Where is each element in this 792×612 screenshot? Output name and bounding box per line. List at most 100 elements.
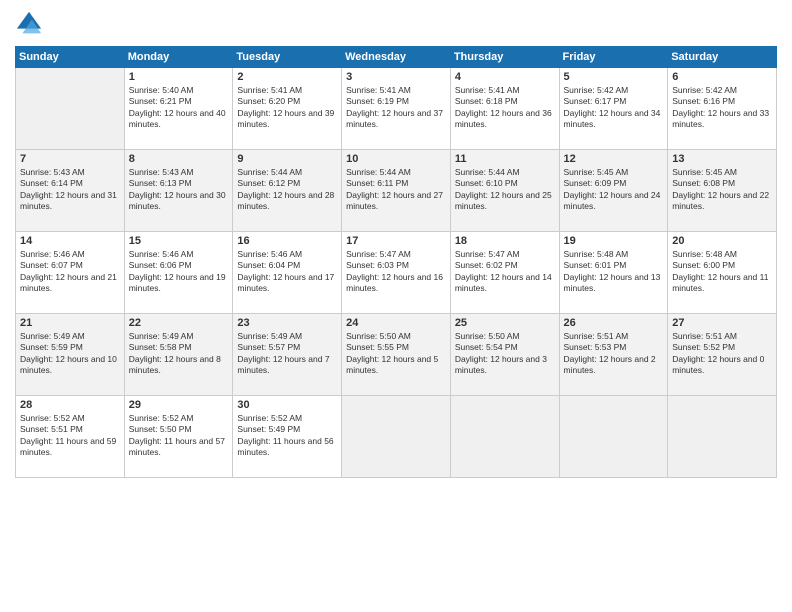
cell-info: Sunrise: 5:51 AMSunset: 5:53 PMDaylight:… bbox=[564, 331, 664, 377]
day-number: 15 bbox=[129, 235, 229, 247]
cell-info: Sunrise: 5:48 AMSunset: 6:01 PMDaylight:… bbox=[564, 249, 664, 295]
cell-info: Sunrise: 5:45 AMSunset: 6:09 PMDaylight:… bbox=[564, 167, 664, 213]
day-number: 21 bbox=[20, 317, 120, 329]
cell-info: Sunrise: 5:47 AMSunset: 6:03 PMDaylight:… bbox=[346, 249, 446, 295]
calendar-cell: 4 Sunrise: 5:41 AMSunset: 6:18 PMDaylight… bbox=[450, 68, 559, 150]
day-number: 10 bbox=[346, 153, 446, 165]
day-number: 8 bbox=[129, 153, 229, 165]
header bbox=[15, 10, 777, 38]
day-number: 2 bbox=[237, 71, 337, 83]
cell-info: Sunrise: 5:41 AMSunset: 6:20 PMDaylight:… bbox=[237, 85, 337, 131]
day-number: 30 bbox=[237, 399, 337, 411]
calendar-cell: 7 Sunrise: 5:43 AMSunset: 6:14 PMDaylight… bbox=[16, 150, 125, 232]
cell-info: Sunrise: 5:52 AMSunset: 5:49 PMDaylight:… bbox=[237, 413, 337, 459]
day-number: 18 bbox=[455, 235, 555, 247]
day-number: 29 bbox=[129, 399, 229, 411]
cell-info: Sunrise: 5:49 AMSunset: 5:57 PMDaylight:… bbox=[237, 331, 337, 377]
cell-info: Sunrise: 5:48 AMSunset: 6:00 PMDaylight:… bbox=[672, 249, 772, 295]
cell-info: Sunrise: 5:43 AMSunset: 6:14 PMDaylight:… bbox=[20, 167, 120, 213]
day-number: 14 bbox=[20, 235, 120, 247]
calendar-cell: 28Sunrise: 5:52 AMSunset: 5:51 PMDayligh… bbox=[16, 396, 125, 478]
cell-info: Sunrise: 5:43 AMSunset: 6:13 PMDaylight:… bbox=[129, 167, 229, 213]
day-number: 5 bbox=[564, 71, 664, 83]
day-number: 19 bbox=[564, 235, 664, 247]
calendar-cell bbox=[342, 396, 451, 478]
calendar-cell: 29 Sunrise: 5:52 AMSunset: 5:50 PMDayligh… bbox=[124, 396, 233, 478]
weekday-header: Monday bbox=[124, 47, 233, 68]
day-number: 25 bbox=[455, 317, 555, 329]
day-number: 13 bbox=[672, 153, 772, 165]
calendar-cell: 25 Sunrise: 5:50 AMSunset: 5:54 PMDayligh… bbox=[450, 314, 559, 396]
logo bbox=[15, 10, 47, 38]
day-number: 1 bbox=[129, 71, 229, 83]
cell-info: Sunrise: 5:50 AMSunset: 5:55 PMDaylight:… bbox=[346, 331, 446, 377]
calendar-cell: 17 Sunrise: 5:47 AMSunset: 6:03 PMDayligh… bbox=[342, 232, 451, 314]
calendar-cell: 21 Sunrise: 5:49 AMSunset: 5:59 PMDayligh… bbox=[16, 314, 125, 396]
day-number: 4 bbox=[455, 71, 555, 83]
cell-info: Sunrise: 5:44 AMSunset: 6:12 PMDaylight:… bbox=[237, 167, 337, 213]
weekday-header: Saturday bbox=[668, 47, 777, 68]
cell-info: Sunrise: 5:45 AMSunset: 6:08 PMDaylight:… bbox=[672, 167, 772, 213]
calendar-cell bbox=[559, 396, 668, 478]
day-number: 16 bbox=[237, 235, 337, 247]
cell-info: Sunrise: 5:41 AMSunset: 6:18 PMDaylight:… bbox=[455, 85, 555, 131]
day-number: 17 bbox=[346, 235, 446, 247]
day-number: 12 bbox=[564, 153, 664, 165]
weekday-header: Sunday bbox=[16, 47, 125, 68]
calendar-cell: 12 Sunrise: 5:45 AMSunset: 6:09 PMDayligh… bbox=[559, 150, 668, 232]
calendar-cell: 2 Sunrise: 5:41 AMSunset: 6:20 PMDaylight… bbox=[233, 68, 342, 150]
cell-info: Sunrise: 5:40 AMSunset: 6:21 PMDaylight:… bbox=[129, 85, 229, 131]
cell-info: Sunrise: 5:49 AMSunset: 5:59 PMDaylight:… bbox=[20, 331, 120, 377]
calendar-cell: 18 Sunrise: 5:47 AMSunset: 6:02 PMDayligh… bbox=[450, 232, 559, 314]
weekday-header: Friday bbox=[559, 47, 668, 68]
calendar-cell: 24 Sunrise: 5:50 AMSunset: 5:55 PMDayligh… bbox=[342, 314, 451, 396]
calendar-cell: 27Sunrise: 5:51 AMSunset: 5:52 PMDayligh… bbox=[668, 314, 777, 396]
calendar-cell bbox=[16, 68, 125, 150]
cell-info: Sunrise: 5:42 AMSunset: 6:16 PMDaylight:… bbox=[672, 85, 772, 131]
day-number: 20 bbox=[672, 235, 772, 247]
cell-info: Sunrise: 5:44 AMSunset: 6:11 PMDaylight:… bbox=[346, 167, 446, 213]
calendar-cell: 9 Sunrise: 5:44 AMSunset: 6:12 PMDaylight… bbox=[233, 150, 342, 232]
calendar-cell bbox=[668, 396, 777, 478]
calendar-cell: 14 Sunrise: 5:46 AMSunset: 6:07 PMDayligh… bbox=[16, 232, 125, 314]
calendar-cell: 22 Sunrise: 5:49 AMSunset: 5:58 PMDayligh… bbox=[124, 314, 233, 396]
day-number: 11 bbox=[455, 153, 555, 165]
day-number: 27 bbox=[672, 317, 772, 329]
calendar-cell: 16 Sunrise: 5:46 AMSunset: 6:04 PMDayligh… bbox=[233, 232, 342, 314]
cell-info: Sunrise: 5:41 AMSunset: 6:19 PMDaylight:… bbox=[346, 85, 446, 131]
day-number: 22 bbox=[129, 317, 229, 329]
calendar-cell: 3 Sunrise: 5:41 AMSunset: 6:19 PMDaylight… bbox=[342, 68, 451, 150]
cell-info: Sunrise: 5:46 AMSunset: 6:06 PMDaylight:… bbox=[129, 249, 229, 295]
day-number: 24 bbox=[346, 317, 446, 329]
cell-info: Sunrise: 5:47 AMSunset: 6:02 PMDaylight:… bbox=[455, 249, 555, 295]
day-number: 9 bbox=[237, 153, 337, 165]
calendar-cell: 6 Sunrise: 5:42 AMSunset: 6:16 PMDaylight… bbox=[668, 68, 777, 150]
calendar-cell: 26 Sunrise: 5:51 AMSunset: 5:53 PMDayligh… bbox=[559, 314, 668, 396]
calendar-cell: 1 Sunrise: 5:40 AMSunset: 6:21 PMDaylight… bbox=[124, 68, 233, 150]
calendar-cell: 13 Sunrise: 5:45 AMSunset: 6:08 PMDayligh… bbox=[668, 150, 777, 232]
calendar-cell: 23 Sunrise: 5:49 AMSunset: 5:57 PMDayligh… bbox=[233, 314, 342, 396]
calendar-cell: 5 Sunrise: 5:42 AMSunset: 6:17 PMDaylight… bbox=[559, 68, 668, 150]
calendar-cell: 30 Sunrise: 5:52 AMSunset: 5:49 PMDayligh… bbox=[233, 396, 342, 478]
day-number: 23 bbox=[237, 317, 337, 329]
calendar-cell: 20 Sunrise: 5:48 AMSunset: 6:00 PMDayligh… bbox=[668, 232, 777, 314]
calendar-table: SundayMondayTuesdayWednesdayThursdayFrid… bbox=[15, 46, 777, 478]
calendar-cell: 11 Sunrise: 5:44 AMSunset: 6:10 PMDayligh… bbox=[450, 150, 559, 232]
calendar-container: SundayMondayTuesdayWednesdayThursdayFrid… bbox=[0, 0, 792, 612]
day-number: 6 bbox=[672, 71, 772, 83]
cell-info: Sunrise: 5:42 AMSunset: 6:17 PMDaylight:… bbox=[564, 85, 664, 131]
cell-info: Sunrise: 5:52 AMSunset: 5:50 PMDaylight:… bbox=[129, 413, 229, 459]
day-number: 26 bbox=[564, 317, 664, 329]
cell-info: Sunrise: 5:46 AMSunset: 6:04 PMDaylight:… bbox=[237, 249, 337, 295]
calendar-cell bbox=[450, 396, 559, 478]
calendar-cell: 8 Sunrise: 5:43 AMSunset: 6:13 PMDaylight… bbox=[124, 150, 233, 232]
calendar-cell: 15 Sunrise: 5:46 AMSunset: 6:06 PMDayligh… bbox=[124, 232, 233, 314]
calendar-cell: 19 Sunrise: 5:48 AMSunset: 6:01 PMDayligh… bbox=[559, 232, 668, 314]
cell-info: Sunrise: 5:50 AMSunset: 5:54 PMDaylight:… bbox=[455, 331, 555, 377]
logo-icon bbox=[15, 10, 43, 38]
cell-info: Sunrise: 5:44 AMSunset: 6:10 PMDaylight:… bbox=[455, 167, 555, 213]
day-number: 3 bbox=[346, 71, 446, 83]
cell-info: Sunrise: 5:49 AMSunset: 5:58 PMDaylight:… bbox=[129, 331, 229, 377]
day-number: 7 bbox=[20, 153, 120, 165]
cell-info: Sunrise: 5:46 AMSunset: 6:07 PMDaylight:… bbox=[20, 249, 120, 295]
